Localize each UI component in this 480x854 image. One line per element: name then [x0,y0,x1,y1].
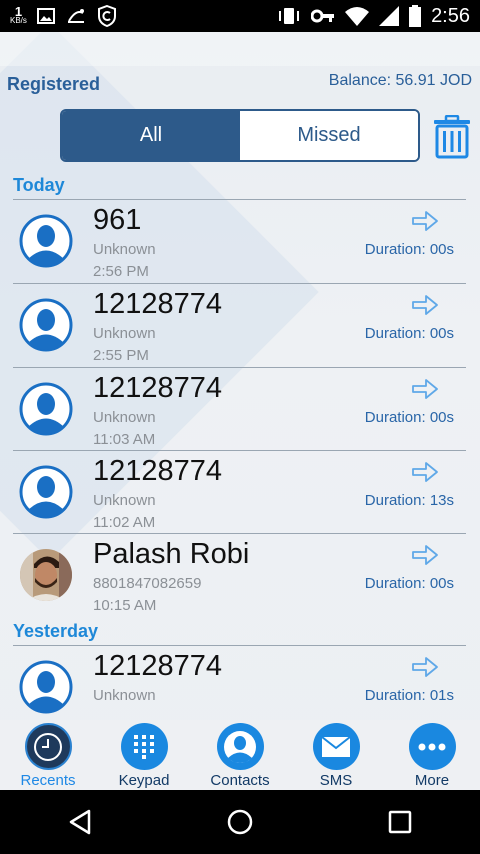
call-duration: Duration: 00s [364,325,454,342]
signal-icon [379,6,400,26]
tab-label: Recents [20,772,76,789]
contact-icon [216,723,264,770]
call-row[interactable]: 12128774 Unknown 11:02 AM Duration: 13s [13,451,466,534]
home-icon[interactable] [216,798,264,846]
balance-label: Balance: 56.91 JOD [328,72,472,89]
clock-time: 2:56 [431,4,470,27]
caller-number: Unknown [93,492,156,509]
default-avatar-icon [19,660,73,714]
call-time: 10:15 AM [93,597,157,614]
call-row[interactable]: Palash Robi 8801847082659 10:15 AM Durat… [13,534,466,617]
caller-number: Unknown [93,409,156,426]
call-row[interactable]: 961 Unknown 2:56 PM Duration: 00s [13,200,466,283]
status-bar: 1 KB/s 2:56 [0,0,480,32]
network-speed-value: 1 [14,4,23,19]
call-row[interactable]: 12128774 Unknown 11:03 AM Duration: 00s [13,368,466,451]
tab-more[interactable]: More [384,720,480,790]
section-today: Today [13,175,65,195]
call-time: 11:02 AM [93,514,156,531]
top-band [0,32,480,66]
battery-icon [409,5,422,27]
call-duration: Duration: 01s [364,687,454,704]
vibrate-icon [279,8,300,24]
call-back-arrow-icon[interactable] [411,294,439,316]
call-duration: Duration: 00s [364,575,454,592]
caller-number: 8801847082659 [93,575,202,592]
keypad-icon [120,723,168,770]
caller-name: 961 [93,204,142,236]
call-back-arrow-icon[interactable] [411,461,439,483]
default-avatar-icon [19,298,73,352]
tab-keypad[interactable]: Keypad [96,720,192,790]
teletalk-icon [67,9,84,23]
envelope-icon [312,723,360,770]
caller-number: Unknown [93,325,156,342]
call-duration: Duration: 00s [364,241,454,258]
call-back-arrow-icon[interactable] [411,544,439,566]
call-duration: Duration: 13s [364,492,454,509]
tab-recents[interactable]: Recents [0,720,96,790]
tab-all[interactable]: All [62,111,240,160]
tab-missed[interactable]: Missed [240,111,418,160]
caller-name: 12128774 [93,455,223,487]
call-time: 2:55 PM [93,347,149,364]
tab-label: Keypad [118,772,170,789]
network-speed-unit: KB/s [10,16,27,25]
call-filter-segment: All Missed [60,109,420,162]
tab-label: SMS [319,772,353,789]
contact-photo [20,549,72,601]
call-time: 2:56 PM [93,263,149,280]
call-back-arrow-icon[interactable] [411,656,439,678]
tab-sms[interactable]: SMS [288,720,384,790]
tab-contacts[interactable]: Contacts [192,720,288,790]
caller-name: Palash Robi [93,538,250,570]
call-back-arrow-icon[interactable] [411,210,439,232]
default-avatar-icon [19,214,73,268]
tab-label: More [414,772,450,789]
bottom-tab-bar: Recents Keypad Contacts SMS More [0,720,480,790]
call-duration: Duration: 00s [364,409,454,426]
image-icon [36,8,55,24]
default-avatar-icon [19,382,73,436]
section-yesterday: Yesterday [13,621,99,641]
caller-number: Unknown [93,241,156,258]
caller-name: 12128774 [93,372,223,404]
call-back-arrow-icon[interactable] [411,378,439,400]
caller-name: 12128774 [93,650,223,682]
back-icon[interactable] [56,798,104,846]
recents-icon[interactable] [376,798,424,846]
more-icon [408,723,456,770]
vpn-key-icon [311,9,335,23]
default-avatar-icon [19,465,73,519]
wifi-icon [345,7,370,26]
navigation-bar [0,790,480,854]
call-time: 11:03 AM [93,431,156,448]
caller-number: Unknown [93,687,156,704]
call-row[interactable]: 12128774 Unknown 2:55 PM Duration: 00s [13,284,466,367]
clock-icon [24,723,72,770]
caller-name: 12128774 [93,288,223,320]
call-row[interactable]: 12128774 Unknown Duration: 01s [13,646,466,729]
network-speed: 1 KB/s [10,4,27,25]
tab-label: Contacts [210,772,270,789]
recents-screen: Registered Balance: 56.91 JOD All Missed… [0,32,480,790]
registration-status: Registered [7,74,101,94]
shield-icon [97,5,116,27]
trash-icon[interactable] [432,115,472,159]
